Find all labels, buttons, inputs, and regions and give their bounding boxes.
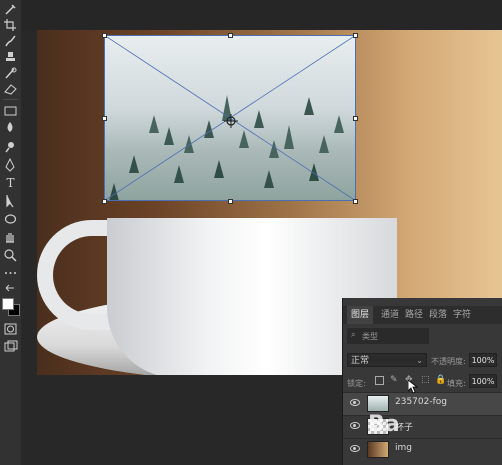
swap-colors-icon[interactable] xyxy=(3,283,18,297)
hand-icon[interactable] xyxy=(3,230,18,244)
blend-mode-value: 正常 xyxy=(351,356,370,366)
filter-type-label: 类型 xyxy=(362,332,378,341)
transform-diagonals xyxy=(104,35,356,201)
brush-icon[interactable] xyxy=(3,34,18,48)
layer-filter-search[interactable]: ⌕ 类型 xyxy=(347,328,429,344)
eyedropper-icon[interactable] xyxy=(3,2,18,16)
type-icon[interactable]: T xyxy=(3,176,18,190)
tab-paragraph[interactable]: 段落 xyxy=(429,306,447,324)
transform-handle-bottom-left[interactable] xyxy=(102,199,107,204)
layer-row-fog[interactable]: 235702-fog xyxy=(343,392,502,415)
watermark-text: Ba xyxy=(368,412,400,437)
gradient-icon[interactable] xyxy=(3,104,18,118)
dodge-icon[interactable] xyxy=(3,140,18,154)
transform-handle-right[interactable] xyxy=(353,116,358,121)
visibility-eye-icon[interactable] xyxy=(350,399,360,406)
pen-icon[interactable] xyxy=(3,158,18,172)
layer-thumbnail xyxy=(367,395,389,412)
layer-name[interactable]: 235702-fog xyxy=(395,397,447,407)
opacity-input[interactable]: 100% xyxy=(469,353,497,367)
tab-character[interactable]: 字符 xyxy=(453,306,471,324)
lock-image-pixels-icon[interactable]: ✎ xyxy=(390,375,398,385)
clone-stamp-icon[interactable] xyxy=(3,50,18,64)
color-swatches[interactable] xyxy=(2,298,20,318)
layer-thumbnail xyxy=(367,441,389,458)
visibility-eye-icon[interactable] xyxy=(350,422,360,429)
panel-tabs: 图层 通道 路径 段落 字符 xyxy=(343,306,502,324)
eraser-icon[interactable] xyxy=(3,82,18,96)
fill-input[interactable]: 100% xyxy=(469,374,497,388)
screen-mode-icon[interactable] xyxy=(3,340,18,354)
history-brush-icon[interactable] xyxy=(3,66,18,80)
transform-handle-bottom[interactable] xyxy=(228,199,233,204)
mouse-pointer-icon xyxy=(408,380,418,394)
layer-row-cup[interactable]: 杯子 xyxy=(343,415,502,438)
crop-icon[interactable] xyxy=(3,18,18,32)
lock-label: 锁定: xyxy=(347,379,366,388)
toolbar-divider xyxy=(3,99,18,100)
tools-toolbar: T xyxy=(0,0,22,465)
tab-layers[interactable]: 图层 xyxy=(347,306,374,324)
transform-handle-left[interactable] xyxy=(102,116,107,121)
blend-mode-select[interactable]: 正常 ⌄ xyxy=(347,353,427,367)
layer-name[interactable]: img xyxy=(395,443,412,453)
transform-handle-top-left[interactable] xyxy=(102,33,107,38)
lock-transparent-pixels-icon[interactable] xyxy=(375,376,384,385)
fill-label: 填充: xyxy=(447,379,466,388)
opacity-label: 不透明度: xyxy=(431,357,466,366)
chevron-down-icon: ⌄ xyxy=(416,356,423,365)
quick-mask-icon[interactable] xyxy=(3,322,18,336)
tab-paths[interactable]: 路径 xyxy=(405,306,423,324)
lock-artboard-icon[interactable]: ⬚ xyxy=(421,375,430,385)
visibility-eye-icon[interactable] xyxy=(350,445,360,452)
lock-all-icon[interactable]: 🔒 xyxy=(435,375,446,385)
zoom-icon[interactable] xyxy=(3,248,18,262)
layer-row-img[interactable]: img xyxy=(343,438,502,461)
transform-handle-bottom-right[interactable] xyxy=(353,199,358,204)
path-selection-icon[interactable] xyxy=(3,194,18,208)
layers-panel: 图层 通道 路径 段落 字符 ⌕ 类型 正常 ⌄ 不透明度: 100% 锁定: … xyxy=(342,298,502,465)
more-tools-icon[interactable] xyxy=(3,266,18,280)
rectangle-icon[interactable] xyxy=(3,212,18,226)
search-icon: ⌕ xyxy=(351,330,356,339)
tab-channels[interactable]: 通道 xyxy=(381,306,399,324)
canvas-top-strip xyxy=(21,0,502,30)
blur-icon[interactable] xyxy=(3,120,18,134)
foreground-color-swatch[interactable] xyxy=(2,298,14,310)
transform-handle-top-right[interactable] xyxy=(353,33,358,38)
transform-handle-top[interactable] xyxy=(228,33,233,38)
